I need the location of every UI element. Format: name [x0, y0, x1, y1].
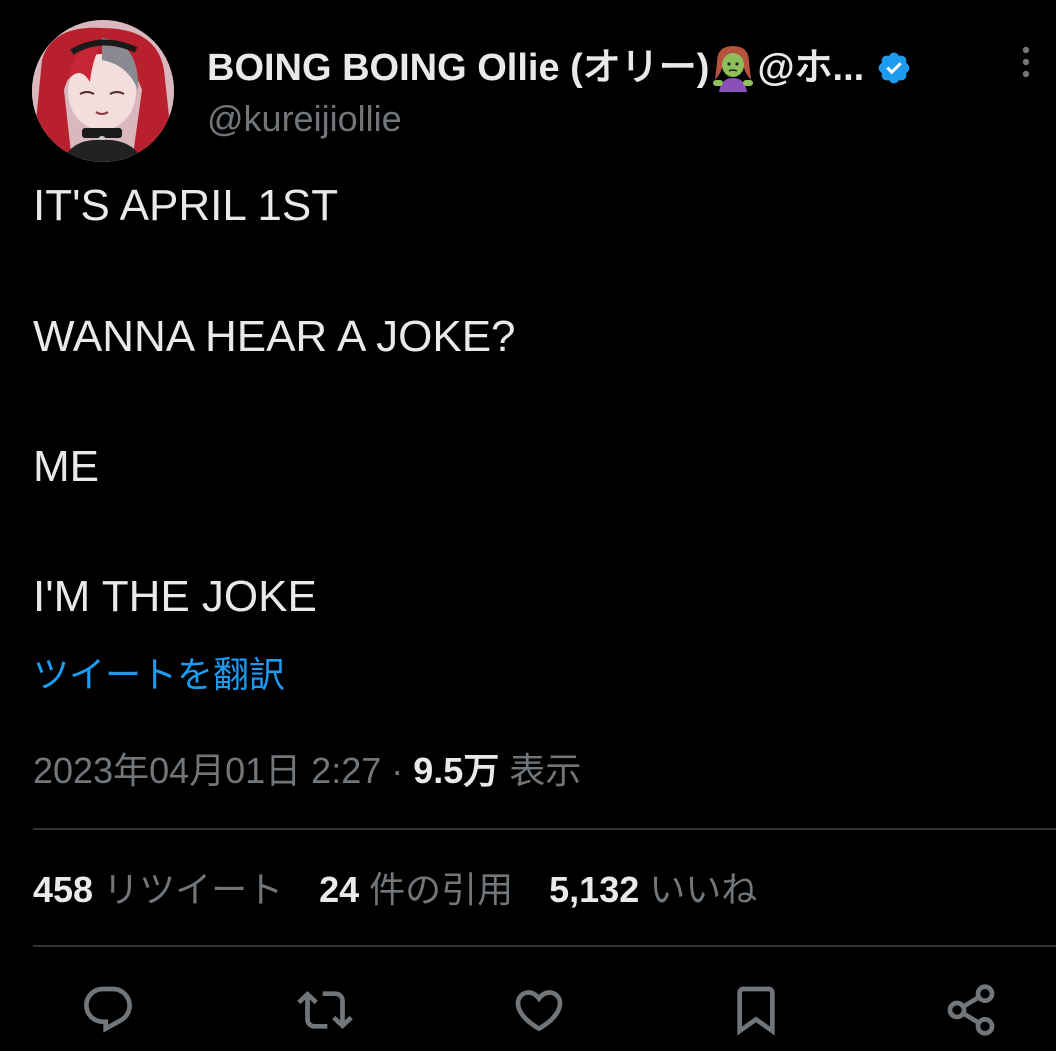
zombie-emoji-icon: [711, 44, 755, 92]
tweet-text-line: WANNA HEAR A JOKE?: [33, 312, 516, 361]
more-vertical-icon[interactable]: [1014, 44, 1038, 84]
bookmark-icon[interactable]: [728, 982, 784, 1038]
author-name-suffix: @ホ...: [757, 47, 865, 89]
tweet-text-line: ME: [33, 442, 99, 491]
verified-badge-icon: [876, 50, 912, 86]
engagement-stats: 458 リツイート 24 件の引用 5,132 いいね: [33, 866, 793, 914]
divider: [33, 828, 1056, 830]
retweets-stat[interactable]: 458 リツイート: [33, 866, 283, 914]
quotes-count: 24: [319, 869, 360, 910]
author-avatar[interactable]: [32, 20, 174, 162]
tweet-text-line: I'M THE JOKE: [33, 572, 317, 621]
retweets-label: リツイート: [93, 869, 284, 910]
author-name-row[interactable]: BOING BOING Ollie (オリー) @ホ...: [207, 42, 912, 94]
tweet-meta: 2023年04月01日 2:27 · 9.5万 表示: [33, 747, 581, 795]
tweet-text-line: IT'S APRIL 1ST: [33, 181, 339, 230]
likes-stat[interactable]: 5,132 いいね: [549, 866, 757, 914]
tweet-timestamp[interactable]: 2023年04月01日 2:27: [33, 750, 381, 791]
quotes-label: 件の引用: [359, 869, 514, 910]
author-handle[interactable]: @kureijiollie: [207, 96, 402, 142]
translate-tweet-link[interactable]: ツイートを翻訳: [33, 652, 285, 698]
quotes-stat[interactable]: 24 件の引用: [319, 866, 513, 914]
likes-label: いいね: [639, 869, 758, 910]
views-label: 表示: [499, 750, 582, 791]
views-count: 9.5万: [413, 750, 500, 791]
likes-count: 5,132: [549, 869, 640, 910]
author-display-name[interactable]: BOING BOING Ollie (オリー): [207, 42, 709, 94]
tweet-action-bar: [0, 982, 1056, 1042]
avatar-image: [32, 20, 174, 162]
heart-icon[interactable]: [511, 982, 567, 1038]
retweet-icon[interactable]: [297, 982, 353, 1038]
share-icon[interactable]: [943, 982, 999, 1038]
divider: [33, 945, 1056, 947]
reply-icon[interactable]: [80, 982, 136, 1038]
retweets-count: 458: [33, 869, 94, 910]
meta-separator: ·: [381, 750, 414, 791]
